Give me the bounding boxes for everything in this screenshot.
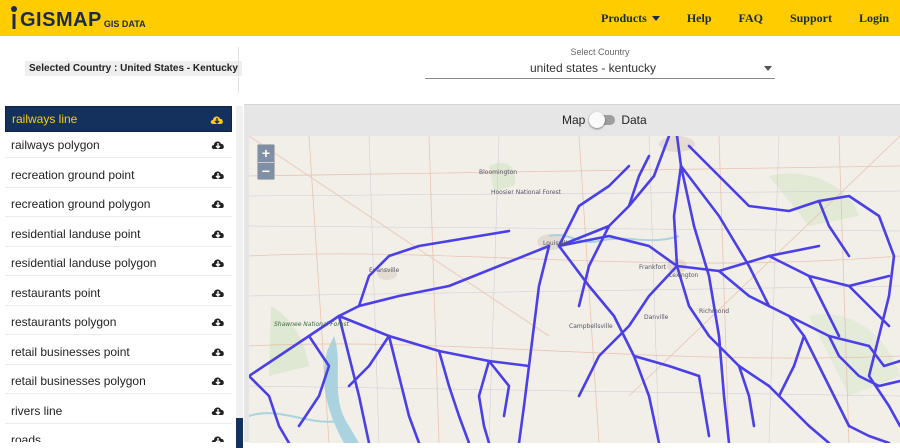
layer-list: railways line railways polygon recreatio…	[0, 104, 244, 442]
map-base-svg	[249, 136, 900, 443]
map-label-hoosier: Hoosier National Forest	[491, 189, 562, 196]
country-select[interactable]: united states - kentucky	[425, 59, 775, 79]
layer-item-railways-line[interactable]: railways line	[5, 106, 232, 132]
layer-item-residential-landuse-point[interactable]: residential landuse point	[5, 221, 232, 247]
select-country-label: Select Country	[570, 47, 630, 57]
toggle-data-label: Data	[621, 113, 647, 127]
cloud-download-icon[interactable]	[209, 113, 225, 127]
nav-login-label: Login	[858, 10, 889, 25]
layer-item-label: railways polygon	[11, 137, 100, 152]
cloud-download-icon[interactable]	[210, 168, 226, 182]
header-divider	[238, 47, 239, 93]
nav-products[interactable]: Products	[601, 11, 660, 26]
cloud-download-icon[interactable]	[210, 138, 226, 152]
top-navbar: GISMAP GIS DATA Products Help FAQ Suppor…	[0, 0, 900, 36]
layer-item-residential-landuse-polygon[interactable]: residential landuse polygon	[5, 250, 232, 276]
country-select-value: united states - kentucky	[529, 61, 657, 75]
main-nav: Products Help FAQ Support Login	[601, 0, 900, 36]
nav-login[interactable]: Login	[859, 11, 889, 26]
layer-item-retail-businesses-point[interactable]: retail businesses point	[5, 339, 232, 365]
layer-item-label: retail businesses polygon	[11, 373, 146, 388]
gismap-logo[interactable]: GISMAP GIS DATA	[10, 5, 146, 31]
map-label-lexington: Lexington	[669, 272, 699, 279]
toggle-map-label: Map	[562, 113, 586, 127]
nav-help-label: Help	[686, 10, 712, 25]
layer-item-label: rivers line	[11, 403, 63, 418]
layer-item-recreation-ground-polygon[interactable]: recreation ground polygon	[5, 191, 232, 217]
nav-products-label: Products	[601, 10, 647, 25]
map-label-evansville: Evansville	[369, 267, 400, 274]
logo-subtext: GIS DATA	[103, 19, 146, 29]
layer-item-rivers-line[interactable]: rivers line	[5, 398, 232, 424]
map-pin-icon	[11, 6, 17, 29]
cloud-download-icon[interactable]	[210, 286, 226, 300]
map-label-richmond: Richmond	[699, 308, 730, 315]
layer-item-recreation-ground-point[interactable]: recreation ground point	[5, 162, 232, 188]
map-label-danville: Danville	[644, 314, 669, 321]
nav-faq-label: FAQ	[738, 10, 763, 25]
layer-item-railways-polygon[interactable]: railways polygon	[5, 132, 232, 158]
cloud-download-icon[interactable]	[210, 404, 226, 418]
layer-item-label: residential landuse polygon	[11, 255, 157, 270]
map-label-frankfort: Frankfort	[639, 264, 667, 271]
layer-item-label: recreation ground point	[11, 167, 135, 182]
nav-help[interactable]: Help	[687, 11, 712, 26]
map-label-campbellsville: Campbellsville	[569, 323, 613, 330]
chevron-down-icon	[651, 15, 660, 21]
nav-faq[interactable]: FAQ	[739, 11, 763, 26]
cloud-download-icon[interactable]	[210, 256, 226, 270]
nav-support[interactable]: Support	[790, 11, 832, 26]
layer-item-label: railways line	[12, 112, 78, 126]
map-label-louisville: Louisville	[543, 240, 571, 247]
layer-item-label: roads	[11, 432, 42, 443]
layer-item-label: retail businesses point	[11, 344, 130, 359]
layer-item-retail-businesses-polygon[interactable]: retail businesses polygon	[5, 368, 232, 394]
layer-item-label: restaurants polygon	[11, 314, 117, 329]
map-canvas[interactable]: Bloomington Hoosier National Forest Evan…	[249, 136, 900, 443]
map-data-toggle: Map Data	[562, 112, 647, 128]
switch-knob[interactable]	[589, 112, 606, 128]
selected-country-badge: Selected Country : United States - Kentu…	[25, 61, 242, 76]
logo-text: GISMAP	[20, 9, 102, 31]
cloud-download-icon[interactable]	[210, 227, 226, 241]
map-label-shawnee: Shawnee National Forest	[274, 321, 349, 328]
map-data-switch[interactable]	[589, 112, 616, 128]
cloud-download-icon[interactable]	[210, 315, 226, 329]
layer-item-restaurants-polygon[interactable]: restaurants polygon	[5, 309, 232, 335]
layer-list-scrollbar[interactable]	[236, 106, 243, 448]
zoom-out-button[interactable]: −	[258, 162, 274, 179]
cloud-download-icon[interactable]	[210, 197, 226, 211]
cloud-download-icon[interactable]	[210, 345, 226, 359]
zoom-control: + −	[257, 144, 275, 180]
layer-item-restaurants-point[interactable]: restaurants point	[5, 280, 232, 306]
map-panel: Map Data Bloomington Hoosier National Fo…	[244, 104, 900, 443]
scrollbar-thumb[interactable]	[236, 418, 243, 448]
nav-support-label: Support	[789, 10, 832, 25]
layer-item-roads[interactable]: roads	[5, 427, 232, 442]
zoom-in-button[interactable]: +	[258, 145, 274, 162]
dropdown-arrow-icon	[764, 66, 772, 71]
cloud-download-icon[interactable]	[210, 374, 226, 388]
layer-item-label: recreation ground polygon	[11, 196, 151, 211]
map-label-bloomington: Bloomington	[479, 169, 518, 176]
layer-item-label: residential landuse point	[11, 226, 141, 241]
layer-item-label: restaurants point	[11, 285, 101, 300]
cloud-download-icon[interactable]	[210, 433, 226, 442]
